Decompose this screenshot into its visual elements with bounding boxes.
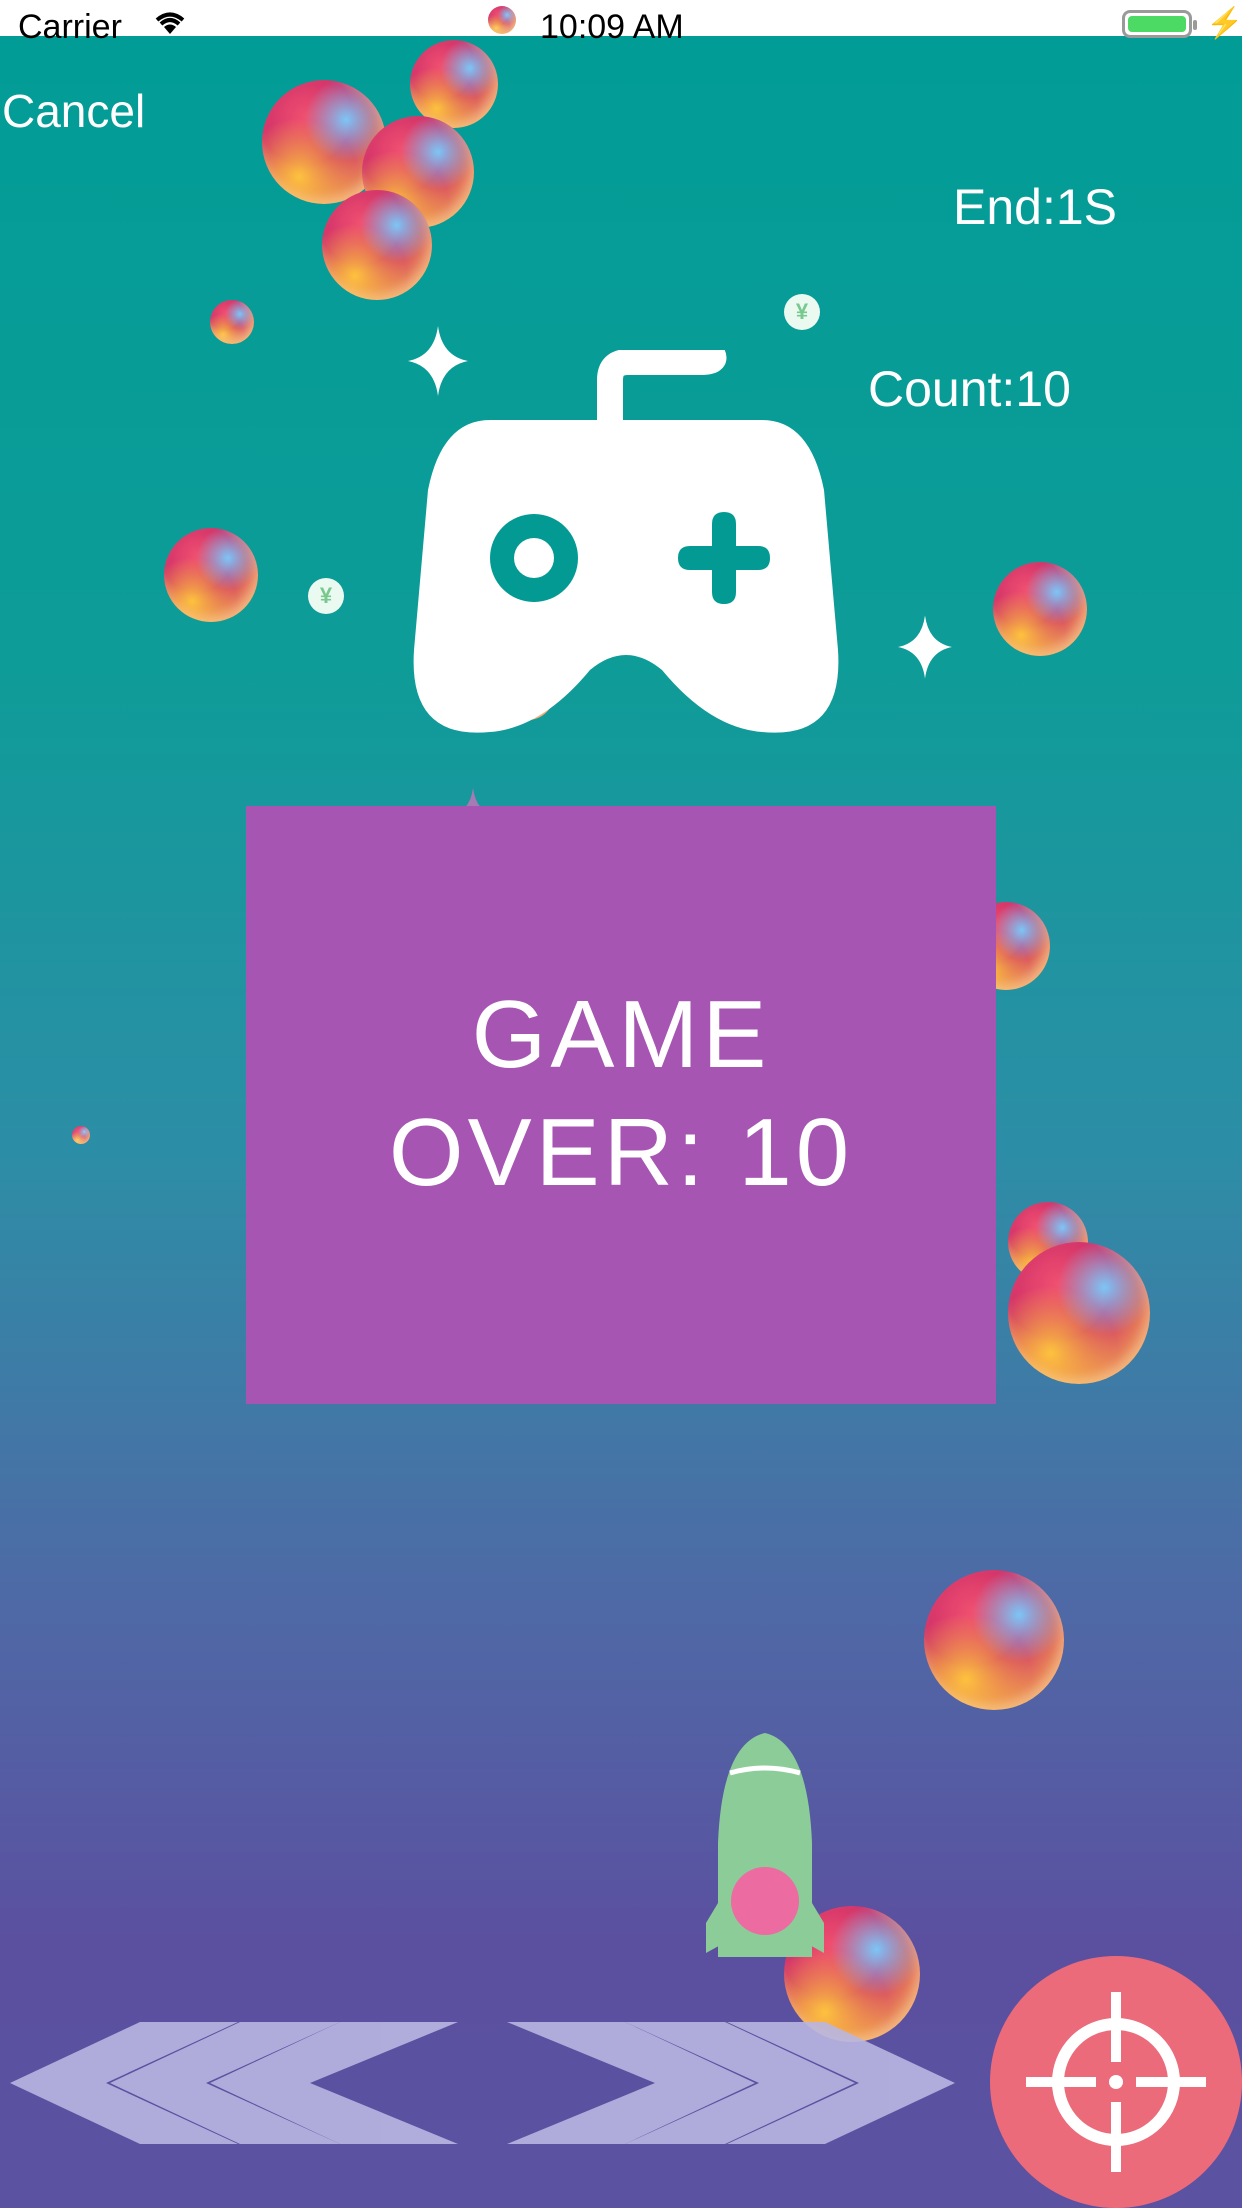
bubble [164,528,258,622]
battery-icon [1122,10,1197,38]
cancel-button[interactable]: Cancel [2,84,145,138]
game-screen: Carrier 10:09 AM ⚡ ¥ ¥ Cancel End:1S Cou… [0,0,1242,2208]
right-chevrons-icon [507,2022,955,2144]
bubble [924,1570,1064,1710]
rocket-icon[interactable] [700,1733,830,1963]
game-over-text: GAME OVER: 10 [388,981,854,1206]
yen-coin-icon: ¥ [784,294,820,330]
wifi-icon [150,6,190,45]
charging-bolt-icon: ⚡ [1206,7,1242,40]
bubble [72,1126,90,1144]
left-chevrons-icon [10,2022,458,2144]
carrier-label: Carrier [18,8,122,46]
sparkle-icon [898,615,952,679]
crosshair-icon [1026,1992,1206,2172]
game-over-panel: GAME OVER: 10 [246,806,996,1404]
yen-coin-icon: ¥ [308,578,344,614]
bubble [1008,1242,1150,1384]
count-label: Count:10 [868,361,1071,417]
bubble [410,40,498,128]
fire-button[interactable] [990,1956,1242,2208]
status-time: 10:09 AM [540,8,684,46]
end-timer-label: End:1S [953,179,1118,235]
bubble [488,6,516,34]
bubble [210,300,254,344]
status-bar: Carrier 10:09 AM ⚡ [0,0,1242,46]
bubble [322,190,432,300]
direction-arrows[interactable] [10,2020,955,2146]
gamepad-icon [413,350,839,733]
bubble [993,562,1087,656]
